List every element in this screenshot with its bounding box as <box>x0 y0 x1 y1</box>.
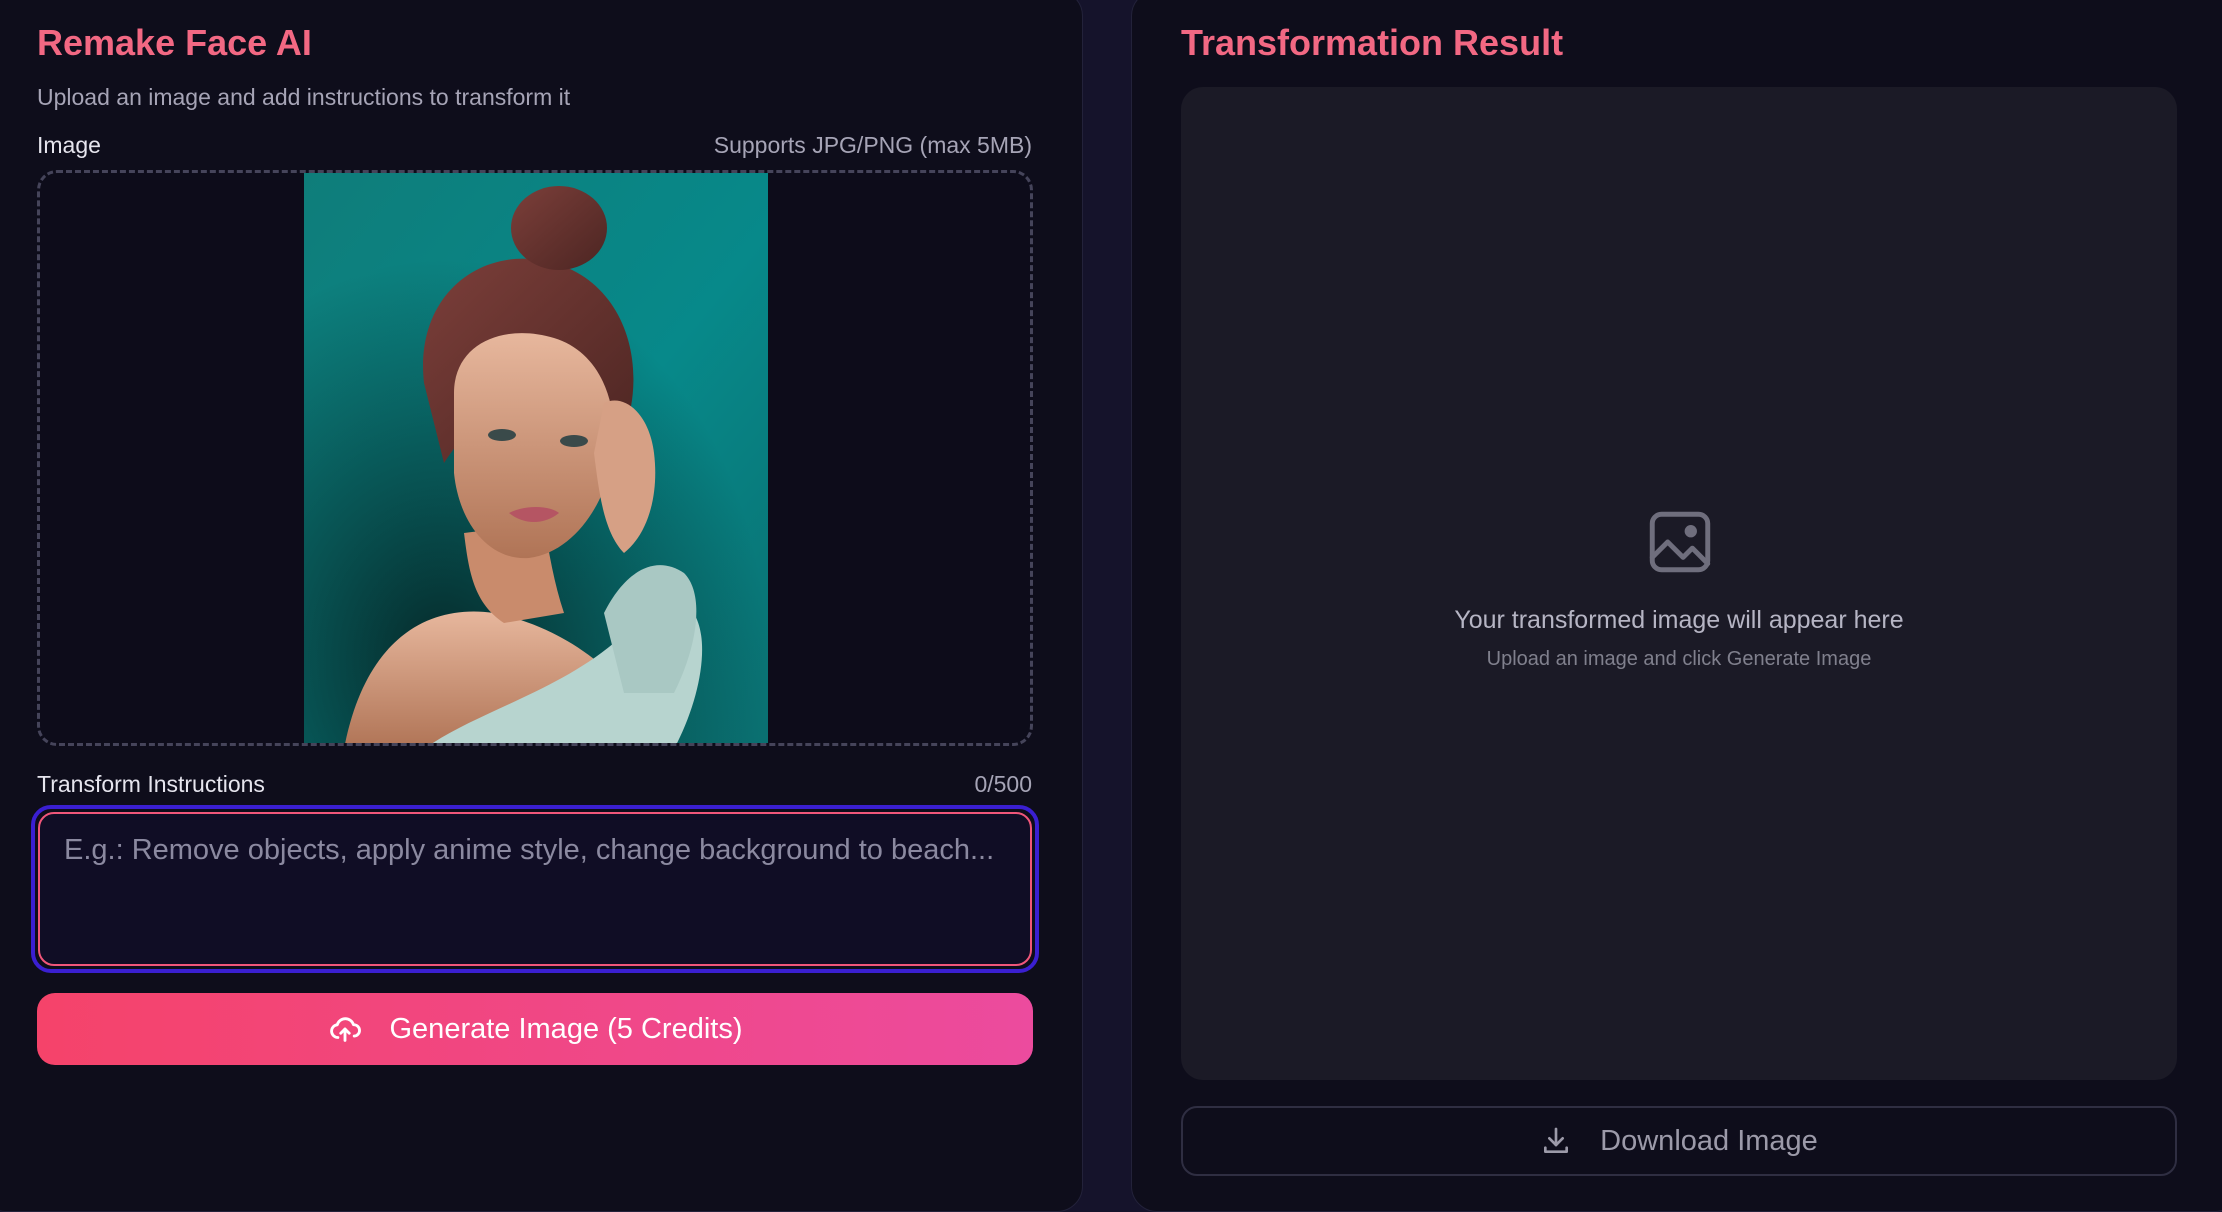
result-preview-area: Your transformed image will appear here … <box>1181 87 2177 1080</box>
instructions-label: Transform Instructions <box>37 771 265 797</box>
image-label: Image <box>37 132 101 158</box>
image-icon <box>1649 511 1711 573</box>
char-counter: 0/500 <box>974 771 1032 797</box>
image-dropzone[interactable] <box>37 170 1033 746</box>
uploaded-image-preview <box>304 173 768 743</box>
download-image-button[interactable]: Download Image <box>1181 1106 2177 1176</box>
image-format-hint: Supports JPG/PNG (max 5MB) <box>713 132 1032 158</box>
app-title: Remake Face AI <box>37 22 312 63</box>
portrait-photo-icon <box>304 173 768 743</box>
app-root: Remake Face AI Upload an image and add i… <box>0 0 2222 1212</box>
download-icon <box>1544 1127 1569 1153</box>
app-subtitle: Upload an image and add instructions to … <box>37 84 571 110</box>
generate-button-label: Generate Image (5 Credits) <box>389 1012 743 1045</box>
instructions-input[interactable] <box>38 812 1032 966</box>
empty-result-message: Your transformed image will appear here <box>1454 606 1904 634</box>
download-button-label: Download Image <box>1600 1124 1818 1157</box>
generate-image-button[interactable]: Generate Image (5 Credits) <box>37 993 1033 1065</box>
empty-result-hint: Upload an image and click Generate Image <box>1486 648 1872 670</box>
cloud-upload-icon <box>329 1017 361 1042</box>
instructions-focus-ring <box>31 805 1039 973</box>
result-title: Transformation Result <box>1181 22 1564 63</box>
